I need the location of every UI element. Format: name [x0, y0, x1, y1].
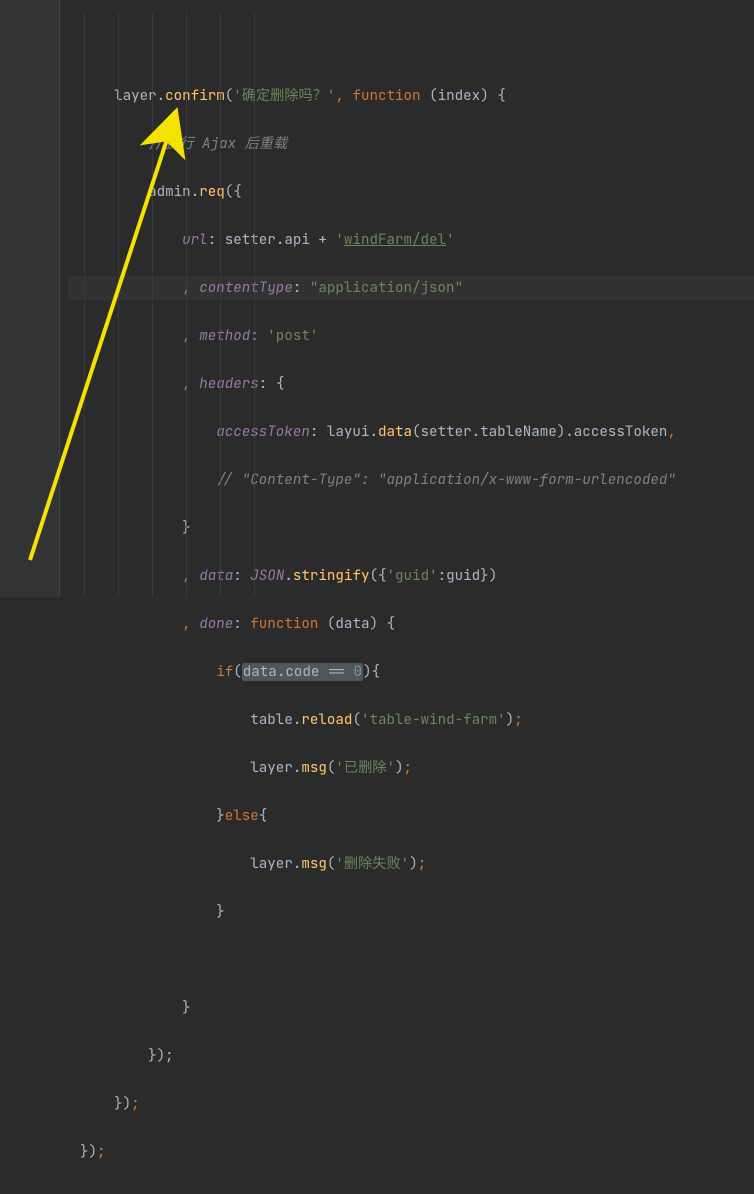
code-line[interactable]: //执行 Ajax 后重载 [68, 132, 754, 156]
line-gutter [0, 0, 60, 597]
code-line[interactable] [68, 948, 754, 972]
code-line[interactable]: } [68, 900, 754, 924]
code-line[interactable]: } [68, 516, 754, 540]
code-line[interactable]: }); [68, 1044, 754, 1068]
code-line[interactable]: layer.msg('已删除'); [68, 756, 754, 780]
code-line[interactable]: , done: function (data) { [68, 612, 754, 636]
code-line[interactable]: // "Content-Type": "application/x-www-fo… [68, 468, 754, 492]
code-line[interactable]: layer.msg('删除失败'); [68, 852, 754, 876]
code-line[interactable]: table.reload('table-wind-farm'); [68, 708, 754, 732]
code-line[interactable]: } [68, 996, 754, 1020]
code-line[interactable]: }); [68, 1140, 754, 1164]
code-line[interactable]: layer.confirm('确定删除吗？', function (index)… [68, 84, 754, 108]
code-line[interactable]: url: setter.api + 'windFarm/del' [68, 228, 754, 252]
code-line[interactable]: if(data.code == 0){ [68, 660, 754, 684]
code-line[interactable]: , headers: { [68, 372, 754, 396]
code-line[interactable]: , data: JSON.stringify({'guid':guid}) [68, 564, 754, 588]
editor-container: layer.confirm('确定删除吗？', function (index)… [0, 0, 754, 597]
code-area[interactable]: layer.confirm('确定删除吗？', function (index)… [60, 0, 754, 597]
code-line-highlighted[interactable]: , contentType: "application/json" [68, 276, 754, 300]
code-line[interactable]: }else{ [68, 804, 754, 828]
code-line[interactable]: }); [68, 1092, 754, 1116]
code-line[interactable]: , method: 'post' [68, 324, 754, 348]
code-line[interactable]: accessToken: layui.data(setter.tableName… [68, 420, 754, 444]
code-line[interactable]: admin.req({ [68, 180, 754, 204]
